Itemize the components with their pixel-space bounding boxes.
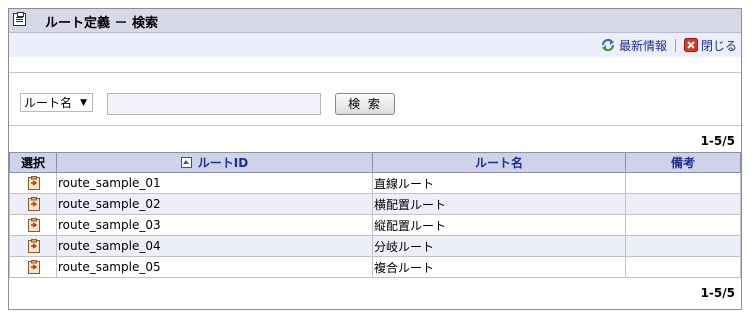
- clipboard-icon: [13, 12, 26, 26]
- page-title: ルート定義 － 検索: [45, 16, 159, 31]
- search-input[interactable]: [107, 93, 321, 115]
- route-name-cell: 複合ルート: [372, 256, 626, 278]
- close-label: 閉じる: [700, 38, 737, 53]
- route-id-cell: route_sample_03: [56, 214, 373, 236]
- select-cell: [9, 235, 57, 257]
- select-document-icon[interactable]: [27, 218, 40, 232]
- select-cell: [9, 172, 57, 194]
- search-panel: ルート名 ▼ 検 索: [9, 72, 741, 126]
- select-document-icon[interactable]: [27, 176, 40, 190]
- route-id-cell: route_sample_04: [56, 235, 373, 257]
- title-bar: ルート定義 － 検索: [9, 9, 741, 33]
- table-row: route_sample_05 複合ルート: [9, 256, 741, 278]
- sort-ascending-icon: [180, 157, 192, 168]
- notes-cell: [625, 214, 741, 236]
- select-document-icon[interactable]: [27, 239, 40, 253]
- window-frame: ルート定義 － 検索 最新情報 閉じる ルート名 ▼ 検 索 1-5/5 選択 …: [8, 8, 742, 310]
- notes-cell: [625, 235, 741, 257]
- route-name-cell: 縦配置ルート: [372, 214, 626, 236]
- search-field-value: ルート名: [24, 96, 73, 110]
- route-name-cell: 分岐ルート: [372, 235, 626, 257]
- header-route-id-label: ルートID: [197, 156, 249, 170]
- select-cell: [9, 256, 57, 278]
- toolbar-separator: [674, 38, 676, 52]
- table-header-row: 選択 ルートID ルート名 備考: [9, 152, 741, 173]
- dropdown-arrow-icon: ▼: [80, 98, 87, 108]
- refresh-button[interactable]: 最新情報: [601, 37, 667, 54]
- route-name-cell: 横配置ルート: [372, 193, 626, 215]
- toolbar: 最新情報 閉じる: [601, 35, 737, 55]
- table-row: route_sample_03 縦配置ルート: [9, 214, 741, 236]
- table-row: route_sample_04 分岐ルート: [9, 235, 741, 257]
- close-button[interactable]: 閉じる: [683, 37, 737, 54]
- pagination-count-top: 1-5/5: [700, 134, 735, 148]
- table-row: route_sample_01 直線ルート: [9, 172, 741, 194]
- header-select: 選択: [9, 152, 57, 173]
- close-icon: [683, 38, 698, 52]
- search-field-select[interactable]: ルート名 ▼: [20, 93, 93, 112]
- header-notes[interactable]: 備考: [625, 152, 741, 173]
- notes-cell: [625, 172, 741, 194]
- table-row: route_sample_02 横配置ルート: [9, 193, 741, 215]
- route-name-cell: 直線ルート: [372, 172, 626, 194]
- header-route-name[interactable]: ルート名: [372, 152, 626, 173]
- refresh-icon: [601, 38, 615, 52]
- notes-cell: [625, 256, 741, 278]
- route-id-cell: route_sample_01: [56, 172, 373, 194]
- route-id-cell: route_sample_02: [56, 193, 373, 215]
- results-table: 選択 ルートID ルート名 備考 route_sample_01 直線ルート r…: [9, 152, 741, 278]
- refresh-label: 最新情報: [618, 38, 667, 53]
- pagination-count-bottom: 1-5/5: [700, 286, 735, 300]
- route-id-cell: route_sample_05: [56, 256, 373, 278]
- search-button[interactable]: 検 索: [335, 93, 395, 115]
- select-cell: [9, 214, 57, 236]
- select-cell: [9, 193, 57, 215]
- notes-cell: [625, 193, 741, 215]
- select-document-icon[interactable]: [27, 260, 40, 274]
- select-document-icon[interactable]: [27, 197, 40, 211]
- header-route-id[interactable]: ルートID: [56, 152, 373, 173]
